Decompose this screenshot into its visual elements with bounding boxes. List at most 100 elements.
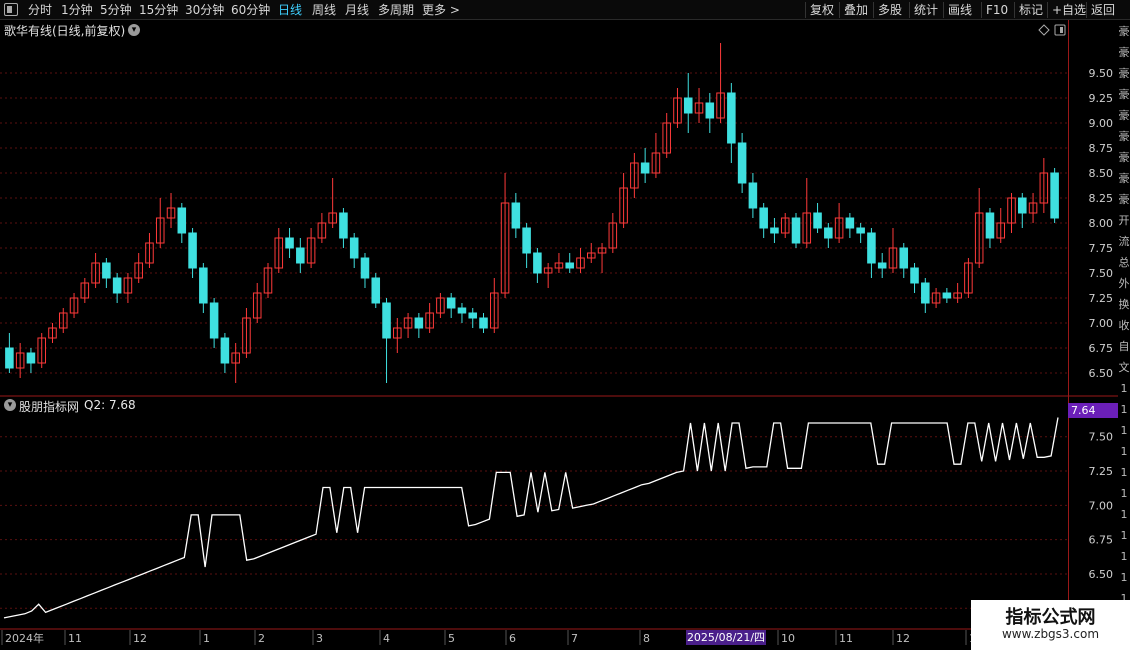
price-tick-label: 7.50 xyxy=(1089,267,1114,280)
right-strip-glyph: 收 xyxy=(1118,319,1130,332)
watermark-logo: 指标公式网 www.zbgs3.com xyxy=(971,600,1130,650)
tab-period-0[interactable]: 分时 xyxy=(28,0,52,20)
candle-body xyxy=(921,282,930,304)
action-button-4[interactable]: 画线 xyxy=(948,0,972,20)
action-button-1[interactable]: 叠加 xyxy=(844,0,868,20)
candle-body xyxy=(845,217,855,229)
candle-body xyxy=(479,317,488,329)
indicator-tick-label: 7.25 xyxy=(1089,465,1114,478)
indicator-title: 股朋指标网 xyxy=(19,400,80,414)
right-info-strip: 豪豪豪豪豪豪豪豪豪开流总外换收自文111111111111 xyxy=(1118,20,1130,630)
tab-period-7[interactable]: 周线 xyxy=(312,0,336,20)
tab-period-10[interactable]: 更多 > xyxy=(422,0,460,20)
right-strip-glyph: 豪 xyxy=(1118,46,1130,59)
action-button-5[interactable]: F10 xyxy=(986,0,1008,20)
date-tick-label: 12 xyxy=(896,632,910,645)
candle-body xyxy=(791,217,801,244)
chart-canvas: 6.50 6.75 7.00 7.25 7.50 7.75 8.00 8.25 8.50 8.75… xyxy=(0,20,1118,645)
date-tick-label: 10 xyxy=(781,632,795,645)
candle-body xyxy=(1018,197,1027,214)
date-tick-label: 2 xyxy=(258,632,265,645)
tab-period-8[interactable]: 月线 xyxy=(345,0,369,20)
right-strip-glyph: 总 xyxy=(1118,256,1130,269)
price-tick-label: 7.25 xyxy=(1089,292,1114,305)
tab-period-4[interactable]: 30分钟 xyxy=(185,0,224,20)
date-tick-label: 11 xyxy=(68,632,82,645)
right-strip-glyph: 自 xyxy=(1118,340,1130,353)
date-tick-label: 1 xyxy=(203,632,210,645)
candle-body xyxy=(737,142,747,184)
date-tick-label: 6 xyxy=(509,632,516,645)
action-button-2[interactable]: 多股 xyxy=(878,0,902,20)
price-tick-label: 8.75 xyxy=(1089,142,1114,155)
action-button-6[interactable]: 标记 xyxy=(1019,0,1043,20)
price-tick-label: 8.25 xyxy=(1089,192,1114,205)
candle-body xyxy=(188,232,197,269)
candle-body xyxy=(199,267,208,304)
candle-body xyxy=(942,292,952,299)
indicator-tick-label: 6.50 xyxy=(1089,568,1114,581)
candle-body xyxy=(177,207,187,234)
candle-body xyxy=(727,92,736,144)
price-tick-label: 7.00 xyxy=(1089,317,1114,330)
indicator-dropdown-icon[interactable]: ▾ xyxy=(4,399,16,411)
action-button-7[interactable]: +自选 xyxy=(1052,0,1086,20)
candle-body xyxy=(414,317,424,329)
candle-body xyxy=(522,227,531,254)
price-tick-label: 7.75 xyxy=(1089,242,1114,255)
candle-body xyxy=(26,352,36,364)
tab-period-1[interactable]: 1分钟 xyxy=(61,0,93,20)
date-tick-label: 3 xyxy=(316,632,323,645)
indicator-tick-label: 7.00 xyxy=(1089,499,1114,512)
right-strip-glyph: 1 xyxy=(1120,403,1128,416)
right-strip-glyph: 文 xyxy=(1118,361,1130,374)
toolbar-divider xyxy=(1086,2,1087,18)
price-tick-label: 8.00 xyxy=(1089,217,1114,230)
candle-body xyxy=(533,252,542,274)
price-tick-label: 9.25 xyxy=(1089,92,1114,105)
candle-body xyxy=(985,212,995,239)
tab-period-3[interactable]: 15分钟 xyxy=(139,0,178,20)
right-strip-glyph: 豪 xyxy=(1118,109,1130,122)
candle-body xyxy=(446,297,456,309)
tab-period-2[interactable]: 5分钟 xyxy=(100,0,132,20)
right-strip-glyph: 流 xyxy=(1118,235,1130,248)
price-tick-label: 8.50 xyxy=(1089,167,1114,180)
candle-body xyxy=(640,162,650,174)
candle-body xyxy=(899,247,909,269)
candle-body xyxy=(220,337,230,364)
action-button-8[interactable]: 返回 xyxy=(1091,0,1115,20)
candle-body xyxy=(683,97,693,114)
period-toolbar: 分时 1分钟 5分钟 15分钟 30分钟 60分钟 日线 周线 月线 多周期 更多 > 复权 叠加 多股… xyxy=(0,0,1130,20)
candle-body xyxy=(349,237,359,259)
candle-body xyxy=(877,262,887,269)
right-strip-glyph: 豪 xyxy=(1118,130,1130,143)
candle-body xyxy=(910,267,919,284)
action-button-3[interactable]: 统计 xyxy=(914,0,938,20)
right-strip-glyph: 1 xyxy=(1120,445,1128,458)
right-strip-glyph: 1 xyxy=(1120,508,1128,521)
candle-body xyxy=(770,227,779,234)
watermark-title: 指标公式网 xyxy=(1005,607,1096,628)
indicator-tick-label: 7.50 xyxy=(1089,431,1114,444)
candle-body xyxy=(457,307,467,314)
date-tick-label: 5 xyxy=(448,632,455,645)
candle-body xyxy=(112,277,122,294)
candle-body xyxy=(705,102,715,119)
date-tick-label: 12 xyxy=(133,632,147,645)
tab-period-9[interactable]: 多周期 xyxy=(378,0,414,20)
date-tick-label: 2024年 xyxy=(5,631,44,645)
candle-body xyxy=(382,302,391,339)
candle-body xyxy=(824,227,833,239)
price-tick-label: 9.00 xyxy=(1089,117,1114,130)
right-strip-glyph: 豪 xyxy=(1118,88,1130,101)
indicator-tick-label: 6.75 xyxy=(1089,534,1114,547)
tab-period-5[interactable]: 60分钟 xyxy=(231,0,270,20)
candle-body xyxy=(856,227,865,234)
menu-icon[interactable] xyxy=(4,3,18,16)
price-tick-label: 6.50 xyxy=(1089,367,1114,380)
tab-period-6[interactable]: 日线 xyxy=(278,0,302,20)
candle-body xyxy=(511,202,521,229)
candle-body xyxy=(102,262,111,279)
action-button-0[interactable]: 复权 xyxy=(810,0,834,20)
